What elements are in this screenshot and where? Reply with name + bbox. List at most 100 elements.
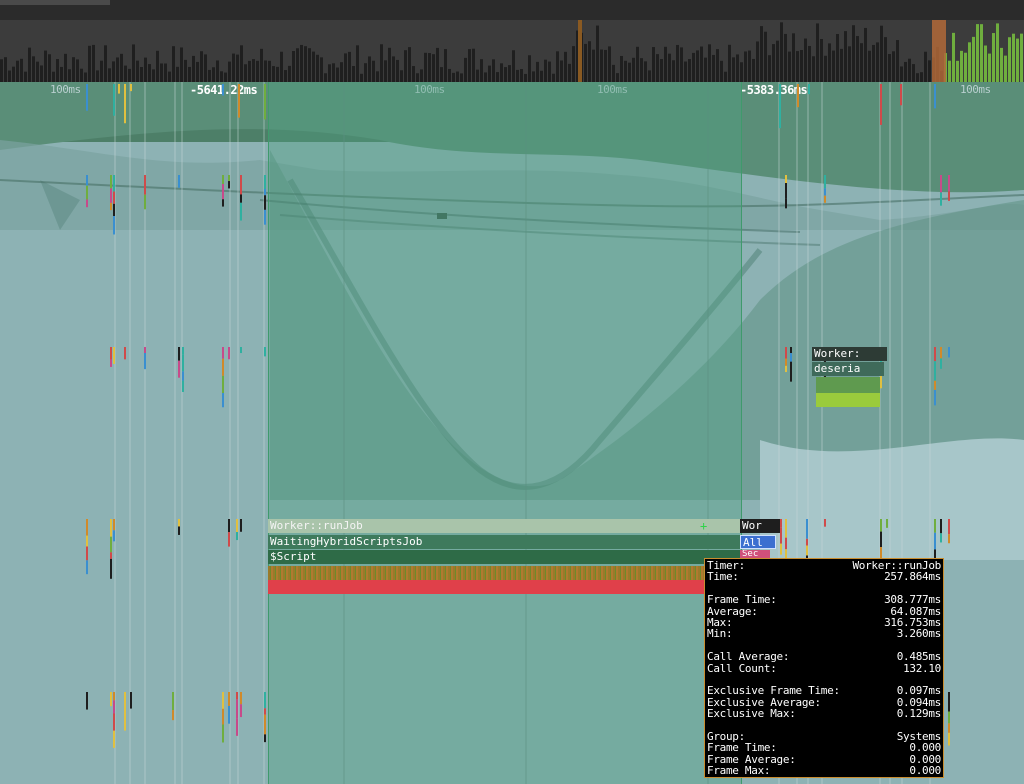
tooltip-value: 0.097ms [896, 684, 942, 698]
worker-mini-subbar[interactable]: deseria [812, 362, 884, 376]
histogram-bar [532, 71, 535, 82]
histogram-bar [132, 44, 135, 82]
histogram-bar [384, 60, 387, 82]
histogram-bar [864, 27, 867, 82]
worker-mini-green[interactable] [816, 393, 880, 407]
ruler-tick-label: 100ms [960, 83, 991, 96]
histogram-bar [4, 57, 7, 82]
tooltip-label: Frame Time: [707, 741, 777, 755]
histogram-bar [952, 32, 955, 82]
histogram-bar [292, 51, 295, 82]
histogram-bar [840, 48, 843, 82]
timer-bar-worker-side[interactable]: Wor [740, 519, 780, 533]
histogram-bar [48, 54, 51, 82]
histogram-bar [420, 69, 423, 82]
histogram-bar [732, 57, 735, 82]
histogram-bar [564, 51, 567, 82]
histogram-bar [56, 59, 59, 82]
histogram-bar [584, 43, 587, 82]
histogram-bar [724, 71, 727, 82]
histogram-bar [616, 73, 619, 82]
histogram-bar [96, 70, 99, 82]
histogram-bar [684, 61, 687, 82]
histogram-bar [652, 47, 655, 82]
histogram-bar [480, 59, 483, 82]
histogram-bar [648, 70, 651, 82]
histogram-bar [268, 60, 271, 82]
histogram-bar [136, 60, 139, 82]
time-selection[interactable] [268, 82, 742, 784]
histogram-bar [848, 46, 851, 82]
histogram-bar [24, 71, 27, 82]
histogram-bar [600, 49, 603, 82]
histogram-bar [348, 51, 351, 82]
toolbar-tab[interactable] [0, 0, 110, 5]
histogram-bar [336, 67, 339, 82]
histogram-bar [252, 59, 255, 82]
histogram-bar [160, 63, 163, 82]
histogram-bar [344, 53, 347, 82]
histogram-bar [588, 41, 591, 82]
histogram-bar [712, 54, 715, 82]
timer-bar-sec[interactable]: Sec [740, 550, 770, 558]
histogram-bar [396, 59, 399, 82]
histogram-bar [412, 66, 415, 82]
histogram-bar [984, 45, 987, 82]
histogram-bar [676, 44, 679, 82]
timer-bar-run-job[interactable]: Worker::runJob [268, 519, 740, 533]
histogram-bar [88, 45, 91, 82]
histogram-bar [696, 50, 699, 82]
histogram-bar [256, 60, 259, 82]
histogram-bar [844, 31, 847, 82]
ruler-tick-label: 100ms [50, 83, 81, 96]
timer-bar-red[interactable] [268, 580, 708, 594]
timer-bar-all[interactable]: All [740, 535, 776, 549]
histogram-bar [752, 58, 755, 82]
histogram-bar [796, 51, 799, 82]
histogram-bar [476, 69, 479, 82]
histogram-bar [92, 44, 95, 82]
histogram-bar [976, 24, 979, 82]
histogram-bar [740, 62, 743, 82]
histogram-bar [72, 57, 75, 82]
histogram-bar [512, 50, 515, 82]
histogram-bar [192, 55, 195, 82]
histogram-bar [804, 38, 807, 82]
worker-mini-bar[interactable]: Worker: [812, 347, 887, 361]
worker-mini-green-top[interactable] [816, 377, 880, 393]
histogram-bar [456, 71, 459, 82]
histogram-bar [496, 72, 499, 82]
histogram-bar [800, 49, 803, 82]
histogram-bar [140, 67, 143, 82]
histogram-bar [184, 59, 187, 82]
histogram-bar [380, 44, 383, 82]
histogram-bar [500, 63, 503, 82]
tooltip-value: 257.864ms [884, 570, 941, 584]
tooltip-row: Frame Time: 308.777ms [707, 594, 941, 606]
histogram-bar [64, 53, 67, 82]
histogram-bar [104, 45, 107, 82]
histogram-bar [636, 46, 639, 82]
histogram-bar [596, 25, 599, 82]
histogram-bar [656, 54, 659, 82]
histogram-bar [432, 54, 435, 82]
histogram-bar [956, 60, 959, 82]
histogram-bar [680, 47, 683, 82]
timer-bar-waiting[interactable]: WaitingHybridScriptsJob [268, 535, 740, 549]
histogram-bar [320, 57, 323, 82]
histogram-bar [444, 49, 447, 82]
histogram-bar [272, 66, 275, 82]
histogram-bar [40, 65, 43, 82]
tooltip-row: Exclusive Frame Time: 0.097ms [707, 684, 942, 698]
frame-histogram[interactable] [0, 20, 1024, 82]
timer-bar-script[interactable]: $Script [268, 550, 740, 564]
histogram-bar [492, 59, 495, 82]
histogram-bar [304, 46, 307, 82]
histogram-bar [672, 60, 675, 82]
histogram-bar [948, 60, 951, 82]
timer-bar-substeps[interactable] [268, 566, 708, 580]
histogram-bar [360, 73, 363, 82]
tooltip-row: Min: 3.260ms [707, 628, 941, 640]
histogram-bar [508, 65, 511, 82]
histogram-bar [572, 46, 575, 82]
